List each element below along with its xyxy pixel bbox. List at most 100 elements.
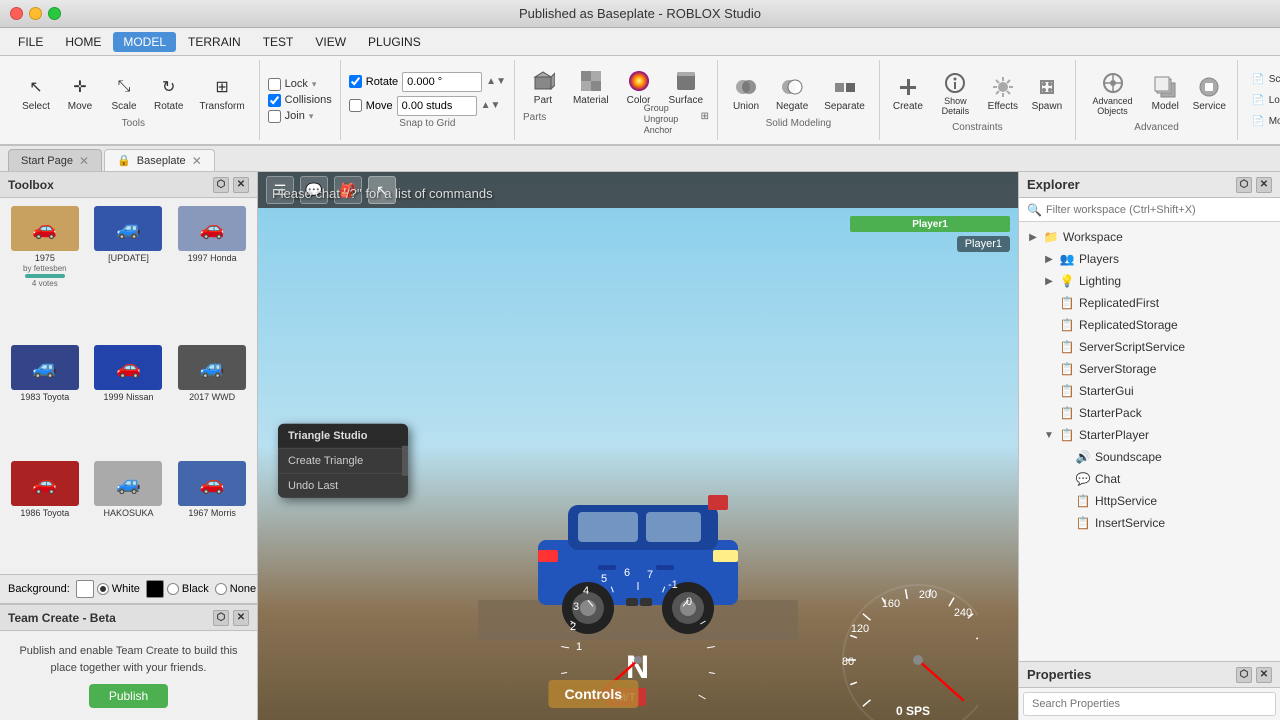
script-tool[interactable]: 📄 Script xyxy=(1246,70,1280,89)
viewport[interactable]: ☰ 💬 🎒 ↖ Player1 Player1 Please chat '/?'… xyxy=(258,172,1018,720)
properties-close-btn[interactable]: ✕ xyxy=(1256,667,1272,683)
bg-none-option[interactable]: None xyxy=(215,583,256,595)
collisions-checkbox[interactable]: Collisions xyxy=(268,94,332,107)
negate-tool[interactable]: Negate xyxy=(770,71,814,116)
explorer-close-btn[interactable]: ✕ xyxy=(1256,177,1272,193)
rotate-tool[interactable]: ↻ Rotate xyxy=(148,71,189,116)
players-arrow[interactable]: ▶ xyxy=(1043,253,1055,265)
tree-item-chat[interactable]: ▶ 💬 Chat xyxy=(1019,468,1280,490)
minimize-button[interactable] xyxy=(29,7,42,20)
parts-expand[interactable]: ⊞ xyxy=(701,111,709,122)
ungroup-btn[interactable]: Ungroup xyxy=(644,114,679,124)
tree-item-lighting[interactable]: ▶ 💡 Lighting xyxy=(1019,270,1280,292)
select-tool[interactable]: ↖ Select xyxy=(16,71,56,116)
collisions-check[interactable] xyxy=(268,94,281,107)
toolbox-item-1975[interactable]: 🚗 1975 by fettesben 4 votes xyxy=(4,202,86,339)
maximize-button[interactable] xyxy=(48,7,61,20)
parts-section: Part Material Color Surface xyxy=(515,60,718,140)
rotate-snap-check[interactable] xyxy=(349,75,362,88)
material-tool[interactable]: Material xyxy=(567,65,615,110)
move-tool[interactable]: ✛ Move xyxy=(60,71,100,116)
move-snap-check[interactable] xyxy=(349,99,362,112)
tab-baseplate[interactable]: 🔒 Baseplate ✕ xyxy=(104,149,215,171)
tree-item-players[interactable]: ▶ 👥 Players xyxy=(1019,248,1280,270)
local-script-tool[interactable]: 📄 LocalScript xyxy=(1246,91,1280,110)
join-check[interactable] xyxy=(268,110,281,123)
toolbox-item-nissan[interactable]: 🚗 1999 Nissan xyxy=(88,341,170,454)
tree-item-starter-player[interactable]: ▼ 📋 StarterPlayer xyxy=(1019,424,1280,446)
tree-item-server-storage[interactable]: ▶ 📋 ServerStorage xyxy=(1019,358,1280,380)
tree-item-starter-gui[interactable]: ▶ 📋 StarterGui xyxy=(1019,380,1280,402)
tree-item-soundscape[interactable]: ▶ 🔊 Soundscape xyxy=(1019,446,1280,468)
publish-button[interactable]: Publish xyxy=(89,684,168,708)
controls-label[interactable]: Controls xyxy=(548,680,638,708)
tree-item-replicated-storage[interactable]: ▶ 📋 ReplicatedStorage xyxy=(1019,314,1280,336)
toolbox-float-btn[interactable]: ⬡ xyxy=(213,177,229,193)
toolbox-item-toyota86[interactable]: 🚗 1986 Toyota xyxy=(4,457,86,570)
popup-collapse-btn[interactable]: › xyxy=(402,446,408,476)
toolbox-item-toyota83[interactable]: 🚙 1983 Toyota xyxy=(4,341,86,454)
tab-start-page[interactable]: Start Page ✕ xyxy=(8,149,102,171)
menu-terrain[interactable]: TERRAIN xyxy=(178,32,251,52)
group-btn[interactable]: Group xyxy=(644,103,679,113)
bg-white-option[interactable]: White xyxy=(76,580,140,598)
toolbox-item-honda[interactable]: 🚗 1997 Honda xyxy=(171,202,253,339)
advanced-objects-tool[interactable]: Advanced Objects xyxy=(1084,67,1141,121)
spawn-tool[interactable]: Spawn xyxy=(1027,71,1067,116)
create-triangle-button[interactable]: Create Triangle xyxy=(278,448,408,473)
scale-tool[interactable]: ⤡ Scale xyxy=(104,71,144,116)
effects-tool[interactable]: Effects xyxy=(983,71,1023,116)
toolbox-item-hakosuka[interactable]: 🚙 HAKOSUKA xyxy=(88,457,170,570)
workspace-arrow[interactable]: ▶ xyxy=(1027,231,1039,243)
tree-item-workspace[interactable]: ▶ 📁 Workspace xyxy=(1019,226,1280,248)
toolbox-item-morris[interactable]: 🚗 1967 Morris xyxy=(171,457,253,570)
menu-test[interactable]: TEST xyxy=(253,32,304,52)
part-tool[interactable]: Part xyxy=(523,65,563,110)
create-tool[interactable]: Create xyxy=(888,71,928,116)
menu-view[interactable]: VIEW xyxy=(305,32,356,52)
explorer-float-btn[interactable]: ⬡ xyxy=(1236,177,1252,193)
tab-baseplate-close[interactable]: ✕ xyxy=(192,154,202,168)
white-radio[interactable] xyxy=(97,583,109,595)
team-close-btn[interactable]: ✕ xyxy=(233,610,249,626)
explorer-search-input[interactable] xyxy=(1046,204,1272,216)
starter-player-arrow[interactable]: ▼ xyxy=(1043,429,1055,441)
toolbox-item-update[interactable]: 🚙 [UPDATE] xyxy=(88,202,170,339)
tree-item-replicated-first[interactable]: ▶ 📋 ReplicatedFirst xyxy=(1019,292,1280,314)
module-script-tool[interactable]: 📄 ModuleScript xyxy=(1246,112,1280,131)
none-radio[interactable] xyxy=(215,583,227,595)
properties-search-input[interactable] xyxy=(1023,692,1276,716)
close-button[interactable] xyxy=(10,7,23,20)
tab-start-page-close[interactable]: ✕ xyxy=(79,154,89,168)
tree-item-http-service[interactable]: ▶ 📋 HttpService xyxy=(1019,490,1280,512)
union-tool[interactable]: Union xyxy=(726,71,766,116)
transform-tool[interactable]: ⊞ Transform xyxy=(193,71,250,116)
menu-model[interactable]: MODEL xyxy=(113,32,176,52)
menu-home[interactable]: HOME xyxy=(55,32,111,52)
menu-file[interactable]: FILE xyxy=(8,32,53,52)
explorer-search-bar[interactable]: 🔍 xyxy=(1019,198,1280,222)
lock-check[interactable] xyxy=(268,78,281,91)
show-details-tool[interactable]: Show Details xyxy=(932,67,979,121)
toolbox-item-wwd[interactable]: 🚙 2017 WWD xyxy=(171,341,253,454)
toolbox-close-btn[interactable]: ✕ xyxy=(233,177,249,193)
move-snap-input[interactable] xyxy=(397,96,477,116)
tree-item-starter-pack[interactable]: ▶ 📋 StarterPack xyxy=(1019,402,1280,424)
menu-bar: FILE HOME MODEL TERRAIN TEST VIEW PLUGIN… xyxy=(0,28,1280,56)
service-tool[interactable]: Service xyxy=(1189,71,1229,116)
model-tool[interactable]: Model xyxy=(1145,71,1185,116)
lock-checkbox[interactable]: Lock ▾ xyxy=(268,78,332,91)
properties-float-btn[interactable]: ⬡ xyxy=(1236,667,1252,683)
separate-tool[interactable]: Separate xyxy=(818,71,871,116)
undo-last-button[interactable]: Undo Last xyxy=(278,473,408,498)
rotate-snap-input[interactable] xyxy=(402,72,482,92)
join-checkbox[interactable]: Join ▾ xyxy=(268,110,332,123)
black-radio[interactable] xyxy=(167,583,179,595)
tree-item-insert-service[interactable]: ▶ 📋 InsertService xyxy=(1019,512,1280,534)
team-float-btn[interactable]: ⬡ xyxy=(213,610,229,626)
lighting-arrow[interactable]: ▶ xyxy=(1043,275,1055,287)
anchor-btn[interactable]: Anchor xyxy=(644,125,679,135)
bg-black-option[interactable]: Black xyxy=(146,580,209,598)
tree-item-server-script[interactable]: ▶ 📋 ServerScriptService xyxy=(1019,336,1280,358)
menu-plugins[interactable]: PLUGINS xyxy=(358,32,431,52)
